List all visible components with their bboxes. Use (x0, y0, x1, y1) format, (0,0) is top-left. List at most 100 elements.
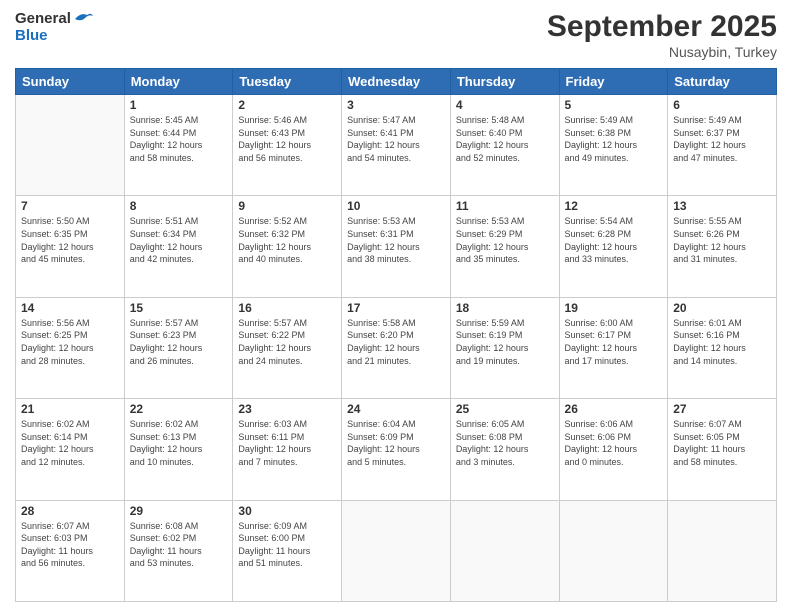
calendar-cell: 3 Sunrise: 5:47 AM Sunset: 6:41 PM Daylig… (342, 95, 451, 196)
calendar-cell: 1 Sunrise: 5:45 AM Sunset: 6:44 PM Daylig… (124, 95, 233, 196)
col-saturday: Saturday (668, 69, 777, 95)
calendar-cell: 19 Sunrise: 6:00 AM Sunset: 6:17 PM Dayli… (559, 297, 668, 398)
col-monday: Monday (124, 69, 233, 95)
calendar-cell: 10 Sunrise: 5:53 AM Sunset: 6:31 PM Dayli… (342, 196, 451, 297)
logo: General Blue (15, 10, 95, 45)
day-info: Sunrise: 5:59 AM Sunset: 6:19 PM Dayligh… (456, 317, 554, 367)
calendar-cell: 15 Sunrise: 5:57 AM Sunset: 6:23 PM Dayli… (124, 297, 233, 398)
day-info: Sunrise: 5:52 AM Sunset: 6:32 PM Dayligh… (238, 215, 336, 265)
day-info: Sunrise: 5:48 AM Sunset: 6:40 PM Dayligh… (456, 114, 554, 164)
location-subtitle: Nusaybin, Turkey (547, 44, 777, 60)
calendar-cell: 25Sunrise: 6:05 AM Sunset: 6:08 PM Dayli… (450, 399, 559, 500)
calendar-week-row: 7Sunrise: 5:50 AM Sunset: 6:35 PM Daylig… (16, 196, 777, 297)
day-number: 18 (456, 301, 554, 315)
day-info: Sunrise: 6:03 AM Sunset: 6:11 PM Dayligh… (238, 418, 336, 468)
day-number: 9 (238, 199, 336, 213)
day-number: 26 (565, 402, 663, 416)
calendar-table: Sunday Monday Tuesday Wednesday Thursday… (15, 68, 777, 602)
day-info: Sunrise: 5:58 AM Sunset: 6:20 PM Dayligh… (347, 317, 445, 367)
calendar-cell: 16 Sunrise: 5:57 AM Sunset: 6:22 PM Dayli… (233, 297, 342, 398)
day-number: 19 (565, 301, 663, 315)
day-number: 1 (130, 98, 228, 112)
day-info: Sunrise: 6:02 AM Sunset: 6:14 PM Dayligh… (21, 418, 119, 468)
calendar-cell: 21 Sunrise: 6:02 AM Sunset: 6:14 PM Dayli… (16, 399, 125, 500)
day-info: Sunrise: 5:55 AM Sunset: 6:26 PM Dayligh… (673, 215, 771, 265)
page: General Blue September 2025 Nusaybin, Tu… (0, 0, 792, 612)
calendar-cell: 4 Sunrise: 5:48 AM Sunset: 6:40 PM Daylig… (450, 95, 559, 196)
day-info: Sunrise: 5:46 AM Sunset: 6:43 PM Dayligh… (238, 114, 336, 164)
day-number: 15 (130, 301, 228, 315)
calendar-cell: 20Sunrise: 6:01 AM Sunset: 6:16 PM Dayli… (668, 297, 777, 398)
calendar-cell (342, 500, 451, 601)
header: General Blue September 2025 Nusaybin, Tu… (15, 10, 777, 60)
calendar-cell: 12 Sunrise: 5:54 AM Sunset: 6:28 PM Dayli… (559, 196, 668, 297)
day-number: 27 (673, 402, 771, 416)
day-number: 23 (238, 402, 336, 416)
col-tuesday: Tuesday (233, 69, 342, 95)
day-number: 4 (456, 98, 554, 112)
day-info: Sunrise: 5:57 AM Sunset: 6:23 PM Dayligh… (130, 317, 228, 367)
calendar-cell: 26 Sunrise: 6:06 AM Sunset: 6:06 PM Dayli… (559, 399, 668, 500)
calendar-cell: 17Sunrise: 5:58 AM Sunset: 6:20 PM Dayli… (342, 297, 451, 398)
calendar-cell: 27 Sunrise: 6:07 AM Sunset: 6:05 PM Dayli… (668, 399, 777, 500)
day-number: 22 (130, 402, 228, 416)
calendar-cell (450, 500, 559, 601)
day-info: Sunrise: 6:02 AM Sunset: 6:13 PM Dayligh… (130, 418, 228, 468)
day-number: 14 (21, 301, 119, 315)
calendar-cell: 22 Sunrise: 6:02 AM Sunset: 6:13 PM Dayli… (124, 399, 233, 500)
calendar-cell: 29Sunrise: 6:08 AM Sunset: 6:02 PM Dayli… (124, 500, 233, 601)
day-info: Sunrise: 5:56 AM Sunset: 6:25 PM Dayligh… (21, 317, 119, 367)
calendar-cell: 2Sunrise: 5:46 AM Sunset: 6:43 PM Daylig… (233, 95, 342, 196)
day-number: 6 (673, 98, 771, 112)
day-info: Sunrise: 6:04 AM Sunset: 6:09 PM Dayligh… (347, 418, 445, 468)
day-info: Sunrise: 6:07 AM Sunset: 6:05 PM Dayligh… (673, 418, 771, 468)
logo-bird-icon (73, 10, 95, 28)
day-number: 8 (130, 199, 228, 213)
day-number: 16 (238, 301, 336, 315)
calendar-cell: 6 Sunrise: 5:49 AM Sunset: 6:37 PM Daylig… (668, 95, 777, 196)
day-number: 12 (565, 199, 663, 213)
day-number: 13 (673, 199, 771, 213)
day-info: Sunrise: 6:00 AM Sunset: 6:17 PM Dayligh… (565, 317, 663, 367)
day-number: 11 (456, 199, 554, 213)
calendar-cell: 9 Sunrise: 5:52 AM Sunset: 6:32 PM Daylig… (233, 196, 342, 297)
calendar-cell: 5Sunrise: 5:49 AM Sunset: 6:38 PM Daylig… (559, 95, 668, 196)
day-number: 3 (347, 98, 445, 112)
calendar-cell: 18 Sunrise: 5:59 AM Sunset: 6:19 PM Dayli… (450, 297, 559, 398)
col-wednesday: Wednesday (342, 69, 451, 95)
day-number: 7 (21, 199, 119, 213)
day-number: 28 (21, 504, 119, 518)
calendar-cell: 28 Sunrise: 6:07 AM Sunset: 6:03 PM Dayli… (16, 500, 125, 601)
day-info: Sunrise: 5:54 AM Sunset: 6:28 PM Dayligh… (565, 215, 663, 265)
day-info: Sunrise: 5:49 AM Sunset: 6:38 PM Dayligh… (565, 114, 663, 164)
calendar-cell: 23 Sunrise: 6:03 AM Sunset: 6:11 PM Dayli… (233, 399, 342, 500)
calendar-header-row: Sunday Monday Tuesday Wednesday Thursday… (16, 69, 777, 95)
day-number: 29 (130, 504, 228, 518)
day-number: 25 (456, 402, 554, 416)
calendar-week-row: 1 Sunrise: 5:45 AM Sunset: 6:44 PM Daylig… (16, 95, 777, 196)
day-info: Sunrise: 5:53 AM Sunset: 6:31 PM Dayligh… (347, 215, 445, 265)
calendar-cell: 24Sunrise: 6:04 AM Sunset: 6:09 PM Dayli… (342, 399, 451, 500)
day-info: Sunrise: 5:49 AM Sunset: 6:37 PM Dayligh… (673, 114, 771, 164)
day-number: 30 (238, 504, 336, 518)
calendar-cell: 30Sunrise: 6:09 AM Sunset: 6:00 PM Dayli… (233, 500, 342, 601)
logo-general: General (15, 11, 71, 28)
day-info: Sunrise: 5:53 AM Sunset: 6:29 PM Dayligh… (456, 215, 554, 265)
calendar-cell: 7Sunrise: 5:50 AM Sunset: 6:35 PM Daylig… (16, 196, 125, 297)
day-number: 10 (347, 199, 445, 213)
col-sunday: Sunday (16, 69, 125, 95)
calendar-cell: 13 Sunrise: 5:55 AM Sunset: 6:26 PM Dayli… (668, 196, 777, 297)
day-number: 21 (21, 402, 119, 416)
day-info: Sunrise: 5:47 AM Sunset: 6:41 PM Dayligh… (347, 114, 445, 164)
calendar-cell (559, 500, 668, 601)
calendar-cell: 11 Sunrise: 5:53 AM Sunset: 6:29 PM Dayli… (450, 196, 559, 297)
day-info: Sunrise: 5:45 AM Sunset: 6:44 PM Dayligh… (130, 114, 228, 164)
day-info: Sunrise: 5:57 AM Sunset: 6:22 PM Dayligh… (238, 317, 336, 367)
day-info: Sunrise: 6:01 AM Sunset: 6:16 PM Dayligh… (673, 317, 771, 367)
col-friday: Friday (559, 69, 668, 95)
day-info: Sunrise: 6:07 AM Sunset: 6:03 PM Dayligh… (21, 520, 119, 570)
calendar-week-row: 14 Sunrise: 5:56 AM Sunset: 6:25 PM Dayli… (16, 297, 777, 398)
logo-blue: Blue (15, 28, 95, 45)
day-info: Sunrise: 6:06 AM Sunset: 6:06 PM Dayligh… (565, 418, 663, 468)
calendar-week-row: 21 Sunrise: 6:02 AM Sunset: 6:14 PM Dayli… (16, 399, 777, 500)
